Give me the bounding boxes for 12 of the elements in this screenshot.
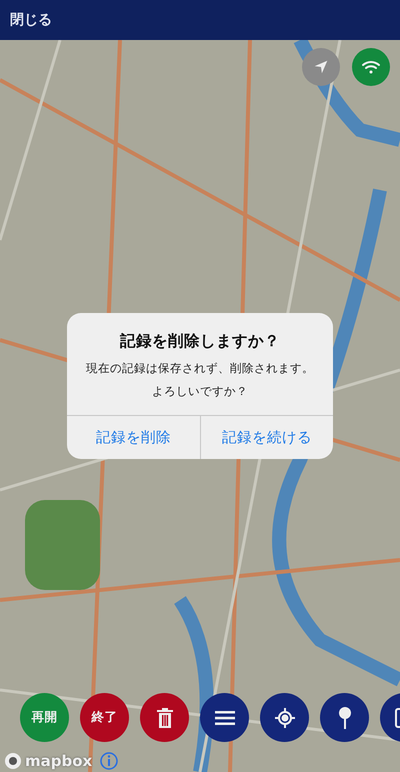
delete-record-button[interactable]: 記録を削除 [67, 416, 200, 458]
crosshair-icon [274, 706, 296, 728]
wifi-icon [361, 59, 381, 75]
dialog-title: 記録を削除しますか？ [120, 331, 280, 352]
dialog-message: よろしいですか？ [152, 383, 248, 400]
continue-record-button[interactable]: 記録を続ける [200, 416, 333, 458]
dialog-message: 現在の記録は保存されず、削除されます。 [86, 360, 314, 377]
mapbox-logo-icon [4, 752, 22, 770]
trash-icon [156, 708, 174, 728]
pin-icon [338, 706, 352, 728]
menu-icon [214, 710, 234, 726]
close-button[interactable]: 閉じる [10, 7, 52, 33]
